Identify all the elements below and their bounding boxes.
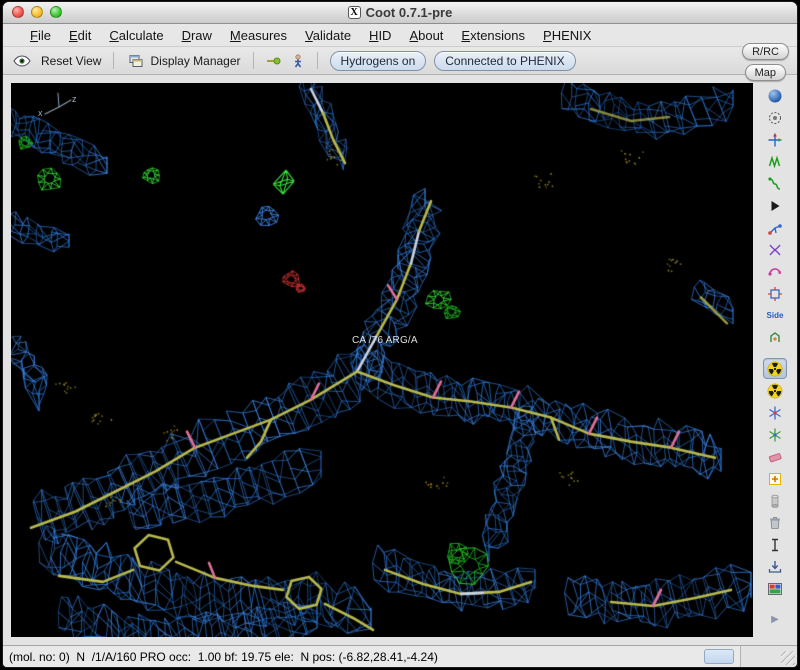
eraser-icon [767, 449, 783, 465]
sphere-icon [767, 88, 783, 104]
minimize-button[interactable] [31, 6, 43, 18]
ligand-builder-icon[interactable] [288, 52, 308, 70]
eye-icon[interactable] [11, 54, 33, 68]
map-button[interactable]: Map [744, 64, 786, 81]
toolbar-overflow-button[interactable]: ▶ [763, 609, 787, 630]
menu-validate[interactable]: Validate [296, 28, 360, 43]
hydrogens-toggle[interactable]: Hydrogens on [329, 50, 427, 71]
right-toolbar: Side ▶ [753, 83, 797, 637]
tray-icon [767, 559, 783, 575]
mutate-icon [767, 330, 783, 346]
menu-extensions[interactable]: Extensions [452, 28, 534, 43]
flip-icon [767, 264, 783, 280]
picture-icon [767, 581, 783, 597]
toolbar-separator [113, 52, 115, 69]
ibeam-icon [767, 537, 783, 553]
delete-item-button[interactable] [763, 512, 787, 533]
flip-peptide-button[interactable] [763, 261, 787, 282]
menu-file[interactable]: File [21, 28, 60, 43]
jack-icon [767, 405, 783, 421]
menu-hid[interactable]: HID [360, 28, 400, 43]
jack2-icon [767, 427, 783, 443]
spring-icon [767, 154, 783, 170]
toolbar-separator [316, 52, 318, 69]
sequence-view-button[interactable] [763, 578, 787, 599]
window-title-text: Coot 0.7.1-pre [365, 5, 453, 20]
side-chain-180-button[interactable]: Side [763, 305, 787, 326]
reset-view-label: Reset View [41, 53, 102, 68]
axis-z-label: z [72, 94, 77, 104]
main-area: x z CA /76 ARG/A Side ▶ [3, 75, 797, 645]
rotate-translate-zone-button[interactable] [763, 283, 787, 304]
axis-x-label: x [38, 108, 43, 118]
rotamer-icon [767, 220, 783, 236]
statusbar: (mol. no: 0) N /1/A/160 PRO occ: 1.00 bf… [3, 646, 741, 667]
bottom-bar: (mol. no: 0) N /1/A/160 PRO occ: 1.00 bf… [3, 645, 797, 667]
map-molecule-toggle-button[interactable] [763, 358, 787, 379]
toolbar-separator [252, 52, 254, 69]
run-refinement-button[interactable] [763, 195, 787, 216]
translate-view-button[interactable] [763, 129, 787, 150]
molecular-viewport[interactable] [11, 83, 753, 637]
rrc-button[interactable]: R/RC [742, 43, 789, 60]
radioactive-icon [767, 361, 783, 377]
refine-zone-button[interactable] [763, 173, 787, 194]
statusbar-text: (mol. no: 0) N /1/A/160 PRO occ: 1.00 bf… [9, 649, 438, 664]
statusbar-indicator [704, 649, 734, 664]
add-residue-button[interactable] [763, 468, 787, 489]
window-title: X Coot 0.7.1-pre [347, 5, 453, 20]
toolbar-overflow-icon: ▶ [771, 613, 779, 625]
trash-icon [767, 515, 783, 531]
x11-icon: X [347, 6, 361, 19]
insert-text-button[interactable] [763, 534, 787, 555]
triangle-icon [767, 198, 783, 214]
rottrans-icon [767, 286, 783, 302]
menu-draw[interactable]: Draw [173, 28, 221, 43]
titlebar[interactable]: X Coot 0.7.1-pre [3, 2, 797, 24]
display-manager-button[interactable]: Display Manager [123, 51, 243, 71]
clear-atom-button[interactable] [763, 446, 787, 467]
spring2-icon [767, 176, 783, 192]
window-controls [12, 6, 62, 18]
close-button[interactable] [12, 6, 24, 18]
radioactive-icon [767, 383, 783, 399]
window-corner [741, 646, 797, 667]
undo-column-button[interactable] [763, 490, 787, 511]
menu-phenix[interactable]: PHENIX [534, 28, 600, 43]
resize-grip[interactable] [781, 651, 795, 665]
orbit-icon [767, 110, 783, 126]
mutate-residue-button[interactable] [763, 327, 787, 348]
axes-icon [767, 132, 783, 148]
menubar: File Edit Calculate Draw Measures Validate HID… [3, 24, 797, 47]
menu-about[interactable]: About [400, 28, 452, 43]
atom-label: CA /76 ARG/A [352, 335, 418, 346]
regularize-zone-button[interactable] [763, 151, 787, 172]
accept-dialog-button[interactable] [763, 556, 787, 577]
auto-fit-rotamer-button[interactable] [763, 217, 787, 238]
map-tool-button[interactable] [763, 380, 787, 401]
rotate-view-button[interactable] [763, 107, 787, 128]
zoom-button[interactable] [50, 6, 62, 18]
reset-view-button[interactable]: Reset View [38, 53, 104, 69]
place-atom-button[interactable] [763, 424, 787, 445]
add-terminal-residue-button[interactable] [763, 402, 787, 423]
viewport-container: x z CA /76 ARG/A [11, 83, 753, 637]
view-sphere-button[interactable] [763, 85, 787, 106]
coot-window: X Coot 0.7.1-pre File Edit Calculate Draw Me… [2, 1, 798, 668]
display-manager-label: Display Manager [150, 53, 241, 68]
chi-icon [767, 242, 783, 258]
menu-edit[interactable]: Edit [60, 28, 100, 43]
go-to-atom-icon[interactable] [263, 52, 283, 70]
phenix-status-button[interactable]: Connected to PHENIX [434, 50, 576, 71]
column-icon [767, 493, 783, 509]
side-chain-icon: Side [766, 311, 784, 320]
plussq-icon [767, 471, 783, 487]
menu-calculate[interactable]: Calculate [100, 28, 172, 43]
menu-measures[interactable]: Measures [221, 28, 296, 43]
edit-chi-angles-button[interactable] [763, 239, 787, 260]
display-manager-icon [126, 52, 146, 70]
toolbar: Reset View Display Manager Hydrogens on … [3, 47, 797, 75]
